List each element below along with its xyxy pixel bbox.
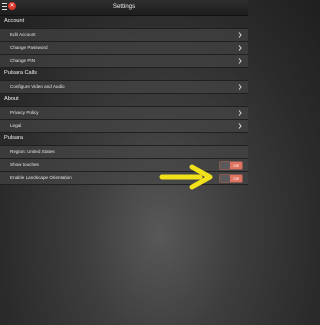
edit-account-row[interactable]: Edit Account: [0, 28, 248, 41]
toggle-knob: [220, 175, 230, 182]
region-row: Region: United States: [0, 145, 248, 158]
legal-label: Legal: [10, 123, 22, 128]
chevron-right-icon: [238, 84, 242, 90]
landscape-orientation-label: Enable Landscape Orientation: [10, 175, 72, 180]
legal-row[interactable]: Legal: [0, 119, 248, 133]
toggle-state-text: Off: [230, 162, 242, 169]
page-title: Settings: [112, 3, 136, 10]
section-header-pulsara: Pulsara: [4, 135, 23, 141]
change-pin-row[interactable]: Change PIN: [0, 54, 248, 68]
chevron-right-icon: [238, 110, 242, 116]
change-password-label: Change Password: [10, 45, 48, 50]
toggle-knob: [220, 162, 230, 169]
section-header-account: Account: [4, 18, 25, 24]
show-touches-label: Show touches: [10, 162, 39, 167]
chevron-right-icon: [238, 123, 242, 129]
top-bar: ✕ Settings: [0, 0, 248, 16]
toggle-state-text: Off: [230, 175, 242, 182]
chevron-right-icon: [238, 45, 242, 51]
landscape-orientation-toggle[interactable]: Off: [219, 174, 243, 183]
chevron-right-icon: [238, 32, 242, 38]
annotation-arrow-icon: [159, 164, 213, 190]
section-header-calls: Pulsara Calls: [4, 70, 37, 76]
change-password-row[interactable]: Change Password: [0, 41, 248, 54]
edit-account-label: Edit Account: [10, 32, 36, 37]
change-pin-label: Change PIN: [10, 58, 36, 63]
configure-video-audio-row[interactable]: Configure Video and Audio: [0, 80, 248, 94]
chevron-right-icon: [238, 58, 242, 64]
privacy-policy-row[interactable]: Privacy Policy: [0, 106, 248, 119]
configure-video-audio-label: Configure Video and Audio: [10, 84, 65, 89]
region-label: Region: United States: [10, 149, 55, 154]
show-touches-toggle[interactable]: Off: [219, 161, 243, 170]
privacy-policy-label: Privacy Policy: [10, 110, 39, 115]
section-header-about: About: [4, 96, 19, 102]
